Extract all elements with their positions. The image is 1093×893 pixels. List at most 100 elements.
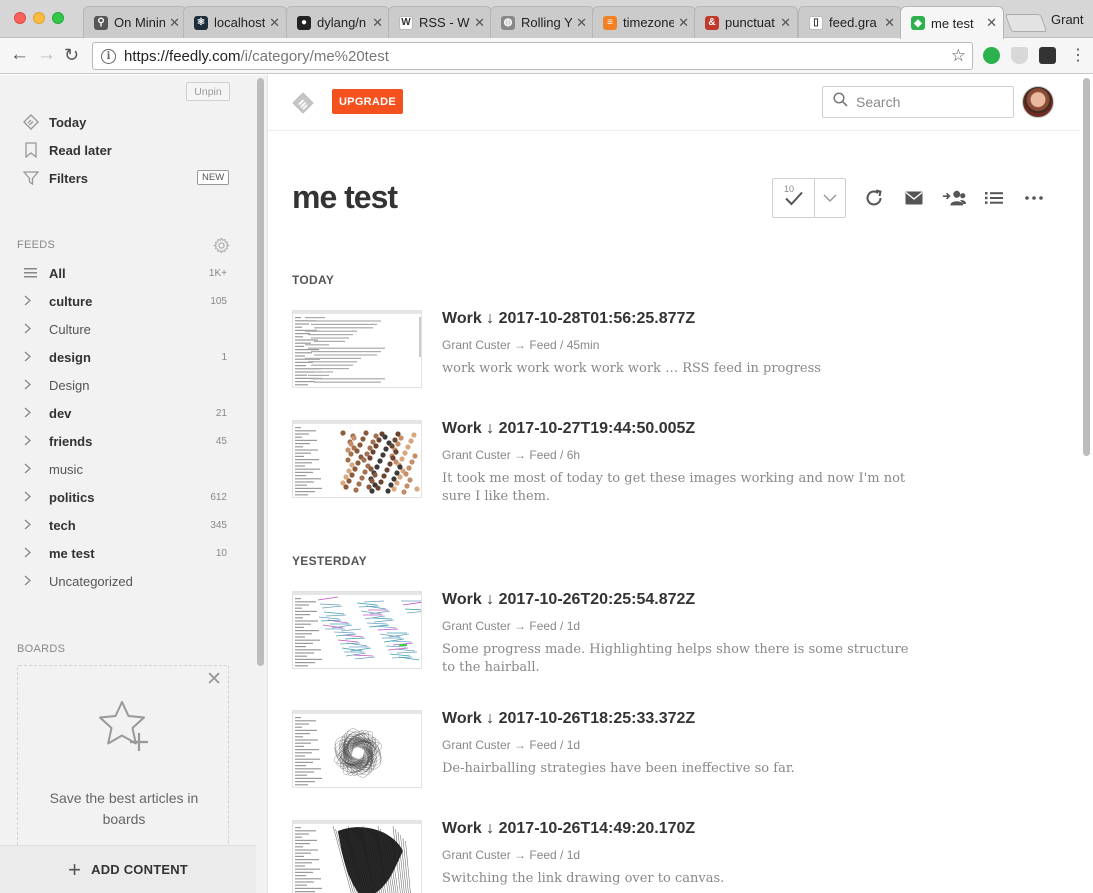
browser-tab[interactable]: ◍ Rolling Y ✕ [490,6,594,38]
url-text[interactable]: https://feedly.com/i/category/me%20test [124,48,389,65]
sidebar-scrollbar[interactable] [257,78,264,666]
tab-close-icon[interactable]: ✕ [169,15,180,31]
mail-icon[interactable] [902,186,926,210]
article-title[interactable]: Work ↓ 2017-10-26T14:49:20.170Z [442,820,695,838]
mark-as-read-dropdown[interactable] [815,179,845,217]
browser-tab[interactable]: ≡ timezone ✕ [592,6,696,38]
info-icon[interactable]: i [101,48,116,64]
sidebar-feed-item[interactable]: Uncategorized [0,570,256,592]
article-title[interactable]: Work ↓ 2017-10-26T18:25:33.372Z [442,710,695,728]
reload-icon[interactable]: ↻ [64,45,79,65]
article-title[interactable]: Work ↓ 2017-10-26T20:25:54.872Z [442,591,695,609]
browser-tab[interactable]: ⚲ On Minin ✕ [83,6,187,38]
sidebar-feed-item[interactable]: Design [0,374,256,396]
browser-tab[interactable]: ◆ me test ✕ [900,6,1004,39]
article-entry[interactable]: Work ↓ 2017-10-26T14:49:20.170Z Grant Cus… [292,820,932,893]
article-entry[interactable]: Work ↓ 2017-10-28T01:56:25.877Z Grant Cus… [292,310,932,400]
article-entry[interactable]: Work ↓ 2017-10-27T19:44:50.005Z Grant Cus… [292,420,932,510]
chevron-right-icon[interactable] [0,406,49,421]
browser-tab[interactable]: ▯ feed.gra ✕ [798,6,902,38]
avatar[interactable] [1022,86,1054,118]
tab-close-icon[interactable]: ✕ [576,15,587,31]
nav-filters[interactable]: Filters [22,168,88,188]
kebab-menu-icon[interactable]: ⋮ [1070,46,1086,66]
tab-close-icon[interactable]: ✕ [780,15,791,31]
forward-arrow-icon[interactable]: → [37,45,56,65]
bookmark-star-icon[interactable]: ☆ [951,46,966,66]
sidebar-feed-item[interactable]: dev 21 [0,402,256,424]
article-entry[interactable]: Work ↓ 2017-10-26T18:25:33.372Z Grant Cus… [292,710,932,800]
address-bar[interactable]: i https://feedly.com/i/category/me%20tes… [92,42,973,70]
browser-tab[interactable]: ⚛ localhost ✕ [183,6,287,38]
article-entry[interactable]: Work ↓ 2017-10-26T20:25:54.872Z Grant Cus… [292,591,932,681]
chevron-right-icon[interactable] [0,462,49,477]
tab-close-icon[interactable]: ✕ [269,15,280,31]
article-thumbnail[interactable] [292,710,422,788]
chevron-right-icon[interactable] [0,294,49,309]
window-minimize-button[interactable] [33,12,45,24]
day-section-label: YESTERDAY [292,554,367,568]
chevron-right-icon[interactable] [0,378,49,393]
browser-tab[interactable]: ● dylang/n ✕ [286,6,390,38]
article-thumbnail[interactable] [292,820,422,893]
main-scrollbar[interactable] [1083,78,1090,456]
more-options-icon[interactable] [1022,186,1046,210]
sidebar-feed-item[interactable]: friends 45 [0,430,256,452]
nav-read-later[interactable]: Read later [22,140,112,160]
window-close-button[interactable] [14,12,26,24]
unpin-button[interactable]: Unpin [186,82,230,101]
sidebar-feed-item[interactable]: culture 105 [0,290,256,312]
camera-extension-icon[interactable] [1039,47,1056,64]
filter-icon [22,169,40,187]
sidebar-feed-item[interactable]: music [0,458,256,480]
tab-close-icon[interactable]: ✕ [474,15,485,31]
new-tab-button[interactable] [1004,14,1048,32]
tab-close-icon[interactable]: ✕ [884,15,895,31]
article-title[interactable]: Work ↓ 2017-10-28T01:56:25.877Z [442,310,695,328]
window-zoom-button[interactable] [52,12,64,24]
chevron-right-icon[interactable] [0,434,49,449]
article-thumbnail[interactable] [292,310,422,388]
chevron-right-icon[interactable] [0,322,49,337]
feedly-logo-icon[interactable] [292,92,314,119]
chevron-right-icon[interactable] [0,574,49,589]
close-icon[interactable]: ✕ [206,670,222,690]
chevron-right-icon[interactable] [0,350,49,365]
sidebar-feed-item[interactable]: design 1 [0,346,256,368]
share-people-icon[interactable] [942,186,966,210]
gear-icon[interactable] [213,237,230,259]
feedly-extension-icon[interactable] [983,47,1000,64]
article-meta: Grant Custer → Feed / 45min [442,338,600,352]
article-title[interactable]: Work ↓ 2017-10-27T19:44:50.005Z [442,420,695,438]
add-content-button[interactable]: + ADD CONTENT [0,845,256,893]
refresh-icon[interactable] [862,186,886,210]
tab-title: On Minin [114,15,166,30]
article-thumbnail[interactable] [292,591,422,669]
add-content-label: ADD CONTENT [91,862,188,877]
chevron-right-icon[interactable] [0,518,49,533]
tab-title: feed.gra [829,15,877,30]
mark-as-read-button[interactable]: 10 [773,179,815,217]
tab-close-icon[interactable]: ✕ [986,15,997,31]
sidebar-feed-item[interactable]: All 1K+ [0,262,256,284]
profile-name[interactable]: Grant [1051,12,1084,27]
browser-tab[interactable]: & punctuat ✕ [694,6,798,38]
upgrade-button[interactable]: UPGRADE [332,89,403,114]
back-arrow-icon[interactable]: ← [10,45,29,65]
sidebar-feed-item[interactable]: me test 10 [0,542,256,564]
list-view-icon[interactable] [982,186,1006,210]
nav-today[interactable]: Today [22,112,86,132]
article-thumbnail[interactable] [292,420,422,498]
tab-close-icon[interactable]: ✕ [678,15,689,31]
tab-close-icon[interactable]: ✕ [372,15,383,31]
sidebar-feed-item[interactable]: Culture [0,318,256,340]
feed-name: tech [49,517,76,533]
shield-extension-icon[interactable] [1011,47,1028,64]
feed-name: culture [49,293,93,309]
sidebar-feed-item[interactable]: tech 345 [0,514,256,536]
chevron-right-icon[interactable] [0,490,49,505]
sidebar-feed-item[interactable]: politics 612 [0,486,256,508]
chevron-right-icon[interactable] [0,546,49,561]
search-box[interactable]: Search [822,86,1014,118]
browser-tab[interactable]: W RSS - Wi ✕ [388,6,492,38]
